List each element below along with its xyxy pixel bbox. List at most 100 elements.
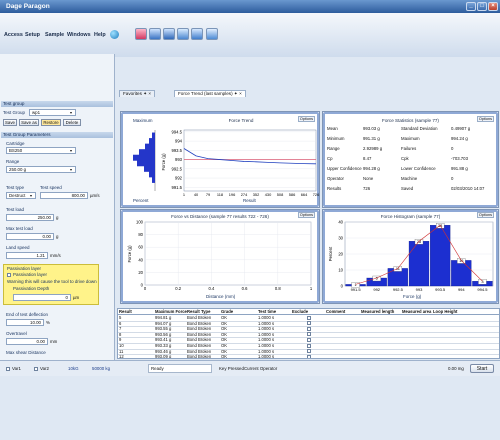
- table-cell: Bond Broken: [187, 337, 212, 343]
- export-icon[interactable]: [191, 28, 203, 40]
- current-operator-status: Current Operator: [244, 366, 278, 371]
- menu-windows[interactable]: Windows: [67, 32, 91, 38]
- minimize-button[interactable]: _: [466, 2, 476, 11]
- section-test-group[interactable]: Test group: [1, 101, 113, 107]
- stat-value: 2.92989 g: [363, 146, 383, 151]
- exclude-checkbox[interactable]: [307, 315, 311, 320]
- end-deflection-input[interactable]: 10.00: [6, 319, 44, 326]
- delete-button[interactable]: Delete: [63, 119, 81, 126]
- exclude-checkbox[interactable]: [307, 349, 311, 354]
- table-cell: 993.09 g: [155, 354, 172, 359]
- test-speed-input[interactable]: 800.00: [40, 192, 88, 199]
- stats-row: Upper Confidence 994.28 g Lower Confidence…: [327, 166, 497, 173]
- stat-label: Operator: [327, 176, 344, 181]
- table-cell: 993.33 g: [155, 343, 172, 348]
- globe-icon[interactable]: [110, 30, 119, 39]
- table-cell: 1.0000 s: [258, 326, 275, 332]
- tab-force-trend[interactable]: Force Trend (last samples) ✦ ×: [174, 90, 246, 97]
- restore-button[interactable]: Restore: [41, 119, 61, 126]
- test-load-input[interactable]: 250.00: [6, 214, 54, 221]
- table-cell: 1.0000 s: [258, 331, 275, 337]
- exclude-checkbox[interactable]: [307, 332, 311, 337]
- trend-x-tick: 40: [194, 192, 199, 197]
- table-cell: Bond Broken: [187, 320, 212, 326]
- land-speed-unit: mm/s: [50, 253, 61, 258]
- distance-y-tick: 40: [138, 257, 143, 262]
- range-select[interactable]: 250.00 g ▾: [6, 166, 76, 173]
- stats-row: Cp 8.47 Cpk -703.703: [327, 156, 497, 163]
- sample-icon[interactable]: [149, 28, 161, 40]
- status-bar: Var1 Var2 10kG 50000 kg Ready Key Presse…: [0, 360, 500, 376]
- stat-label: Mean: [327, 126, 338, 131]
- exclude-checkbox[interactable]: [307, 343, 311, 348]
- save-as-button[interactable]: Save as: [19, 119, 39, 126]
- record-icon[interactable]: [135, 28, 147, 40]
- menu-sample[interactable]: Sample: [45, 32, 64, 38]
- histogram-x-tick: 993: [416, 287, 423, 292]
- histogram-x-tick: 994: [458, 287, 465, 292]
- trend-dist-bar: [133, 154, 155, 161]
- exclude-checkbox[interactable]: [307, 326, 311, 331]
- menu-help[interactable]: Help: [94, 32, 106, 38]
- stat-label: Standard Deviation: [401, 126, 438, 131]
- section-test-group-parameters[interactable]: Test Group Parameters: [1, 132, 113, 138]
- load-cell-label: 10kG: [68, 366, 79, 371]
- table-row[interactable]: 12 993.09 g Bond Broken OK 1.0000 s: [118, 354, 499, 359]
- table-cell: 11: [119, 348, 124, 354]
- maximize-button[interactable]: □: [477, 2, 487, 11]
- exclude-checkbox[interactable]: [307, 337, 311, 342]
- exclude-checkbox[interactable]: [307, 354, 311, 358]
- stats-options-button[interactable]: Options: [476, 116, 494, 122]
- table-cell: 1.0000 s: [258, 337, 275, 343]
- table-cell: OK: [221, 354, 228, 359]
- trend-dist-bar: [144, 165, 155, 172]
- var2-checkbox[interactable]: [34, 367, 38, 371]
- table-cell: 12: [119, 354, 124, 359]
- tab-favorites[interactable]: Favorites ✦ ×: [119, 90, 156, 97]
- trend-y-tick: 993: [175, 157, 183, 162]
- table-cell: OK: [221, 348, 228, 354]
- save-button[interactable]: Save: [3, 119, 17, 126]
- test-group-select[interactable]: wp1 ▾: [29, 109, 76, 116]
- trend-dist-bar: [137, 160, 155, 167]
- cartridge-select[interactable]: BS250 ▾: [6, 147, 76, 154]
- end-deflection-label: End of test deflection: [6, 312, 49, 317]
- var1-checkbox[interactable]: [6, 367, 10, 371]
- test-type-select[interactable]: Destruct ▾: [6, 192, 36, 199]
- stat-value: 991.88 g: [451, 166, 468, 171]
- histogram-bar: [408, 241, 430, 287]
- table-cell: 9: [119, 337, 122, 343]
- distance-x-tick: 0.8: [275, 286, 281, 291]
- stat-value: 726: [363, 186, 371, 191]
- passivation-depth-input[interactable]: 0: [13, 294, 71, 301]
- overtravel-label: Overtravel: [6, 331, 27, 336]
- report-icon[interactable]: [177, 28, 189, 40]
- trend-y-tick: 992.5: [172, 166, 183, 171]
- start-button[interactable]: Start: [470, 364, 494, 373]
- histogram-bar: [430, 225, 451, 287]
- histogram-x-tick: 991.5: [351, 287, 362, 292]
- trend-y-label: Force (g): [161, 153, 166, 171]
- land-speed-label: Land speed: [6, 245, 30, 250]
- settings-icon[interactable]: [206, 28, 218, 40]
- cartridge-label: Cartridge: [6, 141, 25, 146]
- chevron-down-icon: ▾: [70, 167, 73, 172]
- menu-access[interactable]: Access: [4, 32, 23, 38]
- document-icon[interactable]: [163, 28, 175, 40]
- stat-label: Failures: [401, 146, 417, 151]
- chevron-down-icon: ▾: [30, 193, 33, 198]
- max-test-load-label: Max test load: [6, 226, 33, 231]
- max-test-load-input[interactable]: 0.00: [6, 233, 54, 240]
- close-button[interactable]: ×: [488, 2, 498, 11]
- table-cell: OK: [221, 320, 228, 326]
- passivation-checkbox[interactable]: [7, 273, 11, 277]
- land-speed-input[interactable]: 1.21: [6, 252, 48, 259]
- menu-setup[interactable]: Setup: [25, 32, 40, 38]
- histogram-x-tick: 992.5: [393, 287, 404, 292]
- overtravel-input[interactable]: 0.00: [6, 338, 48, 345]
- stat-value: 0: [451, 176, 454, 181]
- overtravel-unit: mm: [50, 339, 58, 344]
- test-speed-unit: µm/s: [90, 193, 100, 198]
- trend-y-tick: 994: [175, 139, 183, 144]
- exclude-checkbox[interactable]: [307, 321, 311, 326]
